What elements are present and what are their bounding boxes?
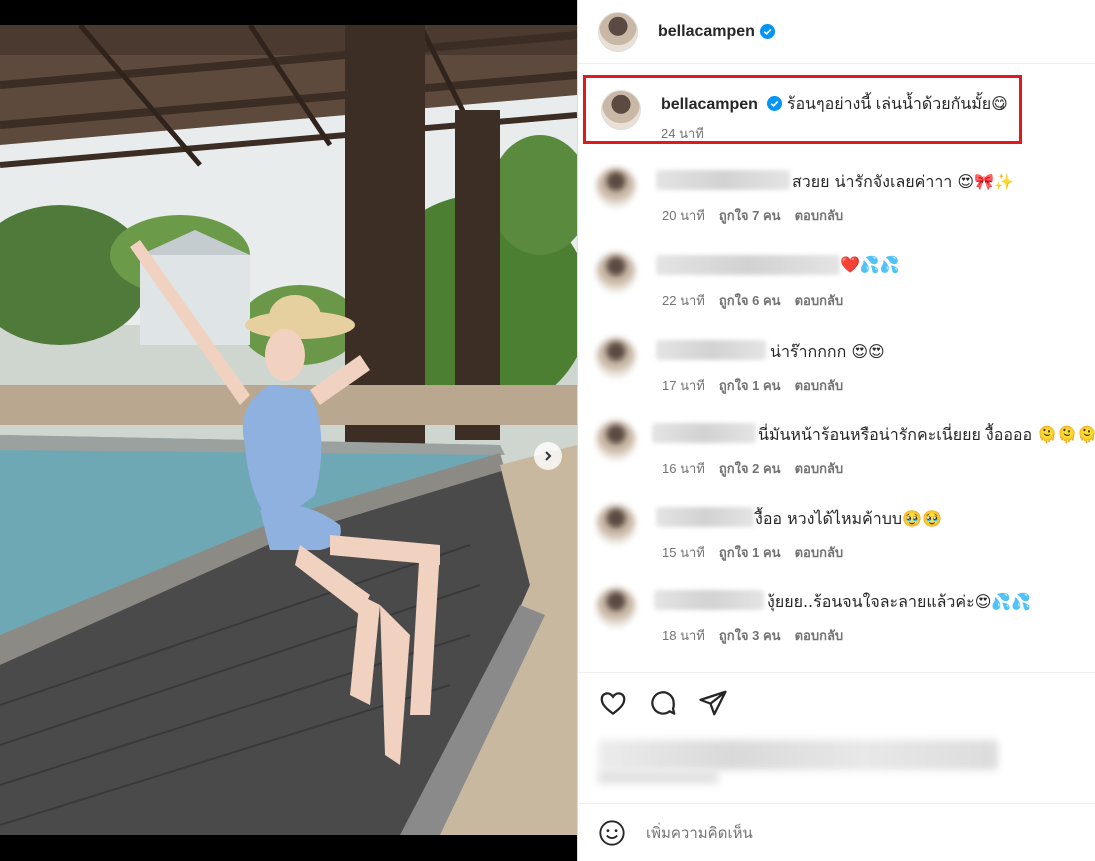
commenter-avatar[interactable]: [596, 252, 636, 292]
reply-button[interactable]: ตอบกลับ: [795, 461, 844, 476]
post-sidebar: bellacampen bellacampen ร้อนๆอย่างนี้ เล…: [577, 0, 1095, 861]
comment-meta: 22 นาที ถูกใจ 6 คน ตอบกลับ: [662, 290, 857, 311]
commenter-avatar[interactable]: [596, 167, 636, 207]
caption-username[interactable]: bellacampen: [661, 96, 758, 113]
action-bar: [578, 672, 1095, 732]
commenter-avatar[interactable]: [596, 420, 636, 460]
commenter-avatar[interactable]: [596, 587, 636, 627]
caption-highlight: bellacampen ร้อนๆอย่างนี้ เล่นน้ำด้วยกัน…: [583, 75, 1022, 144]
reply-button[interactable]: ตอบกลับ: [795, 378, 844, 393]
post-header: bellacampen: [578, 0, 1095, 64]
post-media: [0, 0, 577, 861]
reply-button[interactable]: ตอบกลับ: [795, 628, 844, 643]
comment-likes[interactable]: ถูกใจ 7 คน: [719, 208, 781, 223]
author-avatar[interactable]: [598, 11, 638, 52]
commenter-name-blurred[interactable]: [656, 255, 840, 275]
likes-summary-blurred[interactable]: [598, 740, 998, 770]
comment-likes[interactable]: ถูกใจ 1 คน: [719, 378, 781, 393]
commenter-name-blurred[interactable]: [656, 170, 790, 190]
commenter-avatar[interactable]: [596, 504, 636, 544]
commenter-name-blurred[interactable]: [652, 423, 756, 443]
comment-item: ❤️💦💦 22 นาที ถูกใจ 6 คน ตอบกลับ: [578, 250, 1095, 330]
reply-button[interactable]: ตอบกลับ: [795, 208, 844, 223]
commenter-name-blurred[interactable]: [656, 340, 766, 360]
add-comment-bar: เพิ่มความคิดเห็น: [578, 803, 1095, 861]
caption-avatar[interactable]: [601, 90, 641, 130]
comment-meta: 17 นาที ถูกใจ 1 คน ตอบกลับ: [662, 375, 857, 396]
comment-text: งุ้ยยย..ร้อนจนใจละลายแล้วค่ะ😍💦💦: [767, 592, 1032, 611]
comment-time: 20 นาที: [662, 208, 705, 223]
comment-item: งุ้ยยย..ร้อนจนใจละลายแล้วค่ะ😍💦💦 18 นาที ถ…: [578, 585, 1095, 665]
comment-text: ❤️💦💦: [840, 255, 900, 274]
post-dialog: bellacampen bellacampen ร้อนๆอย่างนี้ เล…: [0, 0, 1095, 861]
comment-item: น่าร๊ากกกก 😍😍 17 นาที ถูกใจ 1 คน ตอบกลับ: [578, 335, 1095, 415]
comment-time: 15 นาที: [662, 545, 705, 560]
comment-item: สวยย น่ารักจังเลยค่าาา 😍🎀✨ 20 นาที ถูกใจ …: [578, 165, 1095, 245]
comment-bubble-icon[interactable]: [648, 688, 678, 718]
chevron-right-icon: [545, 451, 552, 461]
comment-item: งื้ออ หวงได้ไหมค้าบบ🥹🥹 15 นาที ถูกใจ 1 คน…: [578, 502, 1095, 582]
add-comment-input[interactable]: เพิ่มความคิดเห็น: [646, 821, 753, 845]
comment-meta: 15 นาที ถูกใจ 1 คน ตอบกลับ: [662, 542, 857, 563]
comment-time: 17 นาที: [662, 378, 705, 393]
comment-text: สวยย น่ารักจังเลยค่าาา 😍🎀✨: [792, 172, 1014, 191]
reply-button[interactable]: ตอบกลับ: [795, 293, 844, 308]
paper-plane-icon[interactable]: [698, 688, 728, 718]
caption-text: ร้อนๆอย่างนี้ เล่นน้ำด้วยกันมั้ย😋: [786, 96, 1008, 113]
comment-text: งื้ออ หวงได้ไหมค้าบบ🥹🥹: [755, 509, 942, 528]
smiley-icon[interactable]: [598, 819, 626, 847]
post-date-blurred: [598, 770, 718, 784]
comment-time: 16 นาที: [662, 461, 705, 476]
comment-meta: 18 นาที ถูกใจ 3 คน ตอบกลับ: [662, 625, 857, 646]
comment-meta: 16 นาที ถูกใจ 2 คน ตอบกลับ: [662, 458, 857, 479]
verified-badge-icon: [767, 96, 783, 111]
caption-time: 24 นาที: [661, 126, 704, 141]
next-image-button[interactable]: [534, 442, 562, 470]
comment-likes[interactable]: ถูกใจ 6 คน: [719, 293, 781, 308]
heart-icon[interactable]: [598, 688, 628, 718]
comment-likes[interactable]: ถูกใจ 3 คน: [719, 628, 781, 643]
reply-button[interactable]: ตอบกลับ: [795, 545, 844, 560]
comment-likes[interactable]: ถูกใจ 1 คน: [719, 545, 781, 560]
comment-item: นี่มันหน้าร้อนหรือน่ารักคะเนี่ยยย งื้อออ…: [578, 418, 1095, 498]
comment-time: 18 นาที: [662, 628, 705, 643]
comment-text: น่าร๊ากกกก 😍😍: [770, 342, 885, 361]
post-photo[interactable]: [0, 25, 577, 835]
comment-meta: 20 นาที ถูกใจ 7 คน ตอบกลับ: [662, 205, 857, 226]
photo-illustration: [0, 25, 577, 835]
comments-list[interactable]: bellacampen ร้อนๆอย่างนี้ เล่นน้ำด้วยกัน…: [578, 65, 1095, 671]
comment-time: 22 นาที: [662, 293, 705, 308]
verified-badge-icon: [759, 24, 775, 39]
commenter-avatar[interactable]: [596, 337, 636, 377]
caption-line: bellacampen ร้อนๆอย่างนี้ เล่นน้ำด้วยกัน…: [661, 92, 1008, 117]
comment-text: นี่มันหน้าร้อนหรือน่ารักคะเนี่ยยย งื้อออ…: [758, 425, 1095, 444]
author-username[interactable]: bellacampen: [658, 23, 755, 41]
commenter-name-blurred[interactable]: [654, 590, 764, 610]
commenter-name-blurred[interactable]: [656, 507, 754, 527]
comment-likes[interactable]: ถูกใจ 2 คน: [719, 461, 781, 476]
